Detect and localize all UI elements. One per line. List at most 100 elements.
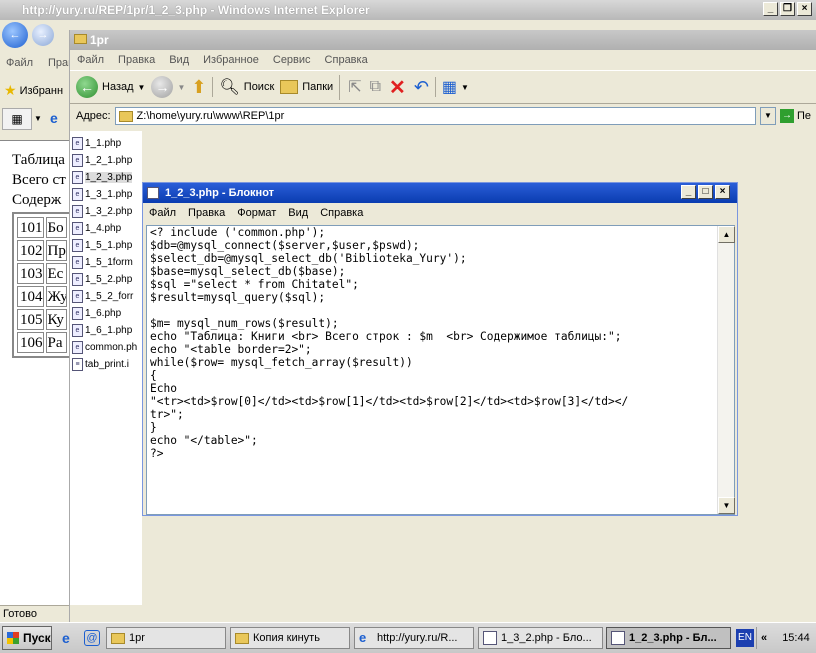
ie-quicklaunch-icon[interactable]: e (62, 630, 78, 646)
language-indicator[interactable]: EN (736, 629, 754, 647)
task-label: http://yury.ru/R... (377, 632, 458, 644)
address-label: Адрес: (76, 110, 111, 122)
back-button[interactable]: ← Назад ▼ (76, 76, 145, 98)
notepad-icon (147, 187, 159, 199)
system-tray: « 15:44 (756, 627, 816, 649)
search-label: Поиск (243, 81, 275, 93)
ie-icon: e (359, 630, 367, 645)
status-text: Готово (3, 608, 37, 620)
search-button[interactable]: 🔍︎ Поиск (212, 77, 274, 97)
menu-favorites[interactable]: Избранное (196, 54, 266, 66)
list-item[interactable]: ≡ tab_print.i (70, 356, 142, 373)
scroll-down-icon[interactable]: ▼ (718, 497, 735, 514)
go-button[interactable]: → Пе (780, 109, 816, 123)
table-row: 104 Жу (17, 286, 67, 307)
table-cell: 105 (17, 309, 44, 330)
list-item[interactable]: e 1_4.php (70, 220, 142, 237)
list-item[interactable]: e 1_5_2_forr (70, 288, 142, 305)
list-item[interactable]: e 1_6.php (70, 305, 142, 322)
folders-button[interactable]: Папки (280, 80, 333, 94)
page-line-2: Всего ст (12, 172, 66, 188)
ie-menu-file[interactable]: Файл (6, 57, 33, 69)
start-label: Пуск (23, 631, 51, 645)
ie-back-icon[interactable]: ← (2, 22, 28, 48)
list-item[interactable]: e 1_2_1.php (70, 152, 142, 169)
scroll-up-icon[interactable]: ▲ (718, 226, 735, 243)
task-notepad-2[interactable]: 1_2_3.php - Бл... (606, 627, 731, 649)
list-item[interactable]: e common.ph (70, 339, 142, 356)
task-folder-copy[interactable]: Копия кинуть (230, 627, 350, 649)
close-icon[interactable]: × (715, 185, 730, 199)
go-label: Пе (797, 110, 812, 122)
move-to-icon[interactable]: ⇱ (348, 77, 361, 97)
php-file-icon: e (72, 239, 83, 252)
list-item[interactable]: e 1_1.php (70, 135, 142, 152)
chevron-down-icon: ▼ (137, 82, 146, 92)
back-arrow-icon: ← (76, 76, 98, 98)
quicklaunch-icon[interactable]: @ (84, 630, 100, 646)
file-name: 1_2_1.php (85, 155, 133, 166)
tabs-grid-icon[interactable]: ▦ (2, 108, 32, 130)
chevron-down-icon: ▼ (461, 82, 469, 92)
menu-view[interactable]: Вид (282, 207, 314, 219)
list-item[interactable]: e 1_5_1form (70, 254, 142, 271)
php-file-icon: e (72, 171, 83, 184)
favorites-button[interactable]: ★ Избранн (4, 82, 63, 99)
copy-to-icon[interactable]: ⧉ (370, 78, 381, 96)
task-explorer[interactable]: 1pr (106, 627, 226, 649)
table-cell: Жу (45, 286, 67, 307)
list-item[interactable]: e 1_5_2.php (70, 271, 142, 288)
chevron-down-icon: ▼ (177, 82, 186, 92)
table-cell: Ес (45, 263, 67, 284)
task-browser[interactable]: e http://yury.ru/R... (354, 627, 474, 649)
table-cell: 104 (17, 286, 44, 307)
clock: 15:44 (782, 632, 810, 644)
task-notepad-1[interactable]: 1_3_2.php - Бло... (478, 627, 603, 649)
table-cell: Бо (45, 217, 67, 238)
code-text[interactable]: <? include ('common.php'); $db=@mysql_co… (150, 226, 720, 514)
minimize-icon[interactable]: _ (681, 185, 696, 199)
menu-help[interactable]: Справка (318, 54, 375, 66)
menu-format[interactable]: Формат (231, 207, 282, 219)
close-icon[interactable]: × (797, 2, 812, 16)
ie-forward-icon[interactable]: → (32, 24, 54, 46)
start-button[interactable]: Пуск (2, 626, 52, 650)
task-label: 1_3_2.php - Бло... (501, 632, 592, 644)
forward-arrow-icon: → (151, 76, 174, 98)
minimize-icon[interactable]: _ (763, 2, 778, 16)
menu-view[interactable]: Вид (162, 54, 196, 66)
favorites-label: Избранн (19, 84, 64, 97)
menu-edit[interactable]: Правка (182, 207, 231, 219)
list-item[interactable]: e 1_3_2.php (70, 203, 142, 220)
php-file-icon: e (72, 324, 83, 337)
file-name: 1_5_1form (85, 257, 133, 268)
menu-edit[interactable]: Правка (111, 54, 162, 66)
forward-button[interactable]: → ▼ (151, 76, 185, 98)
list-item[interactable]: e 1_5_1.php (70, 237, 142, 254)
table-row: 101 Бо (17, 217, 67, 238)
tray-expand-icon[interactable]: « (761, 632, 767, 644)
up-folder-button[interactable]: ⬆ (191, 77, 206, 98)
views-button[interactable]: ▦ ▼ (434, 77, 469, 97)
menu-file[interactable]: Файл (143, 207, 182, 219)
vertical-scrollbar[interactable]: ▲ ▼ (717, 226, 735, 514)
menu-help[interactable]: Справка (314, 207, 369, 219)
file-name: tab_print.i (85, 359, 129, 370)
list-item[interactable]: e 1_2_3.php (70, 169, 142, 186)
chevron-down-icon[interactable]: ▼ (34, 108, 44, 130)
file-actions: ⇱ ⧉ ✕ ↶ (339, 74, 429, 100)
php-file-icon: e (72, 307, 83, 320)
table-cell: Ку (45, 309, 67, 330)
file-name: 1_1.php (85, 138, 122, 149)
address-dropdown-icon[interactable]: ▼ (760, 107, 776, 125)
menu-tools[interactable]: Сервис (266, 54, 318, 66)
list-item[interactable]: e 1_3_1.php (70, 186, 142, 203)
notepad-editor[interactable]: <? include ('common.php'); $db=@mysql_co… (146, 225, 735, 515)
menu-file[interactable]: Файл (70, 54, 111, 66)
list-item[interactable]: e 1_6_1.php (70, 322, 142, 339)
address-input[interactable]: Z:\home\yury.ru\www\REP\1pr (114, 107, 756, 125)
maximize-icon[interactable]: □ (698, 185, 713, 199)
delete-icon[interactable]: ✕ (389, 75, 406, 100)
restore-icon[interactable]: ❐ (780, 2, 795, 16)
undo-icon[interactable]: ↶ (414, 77, 429, 98)
